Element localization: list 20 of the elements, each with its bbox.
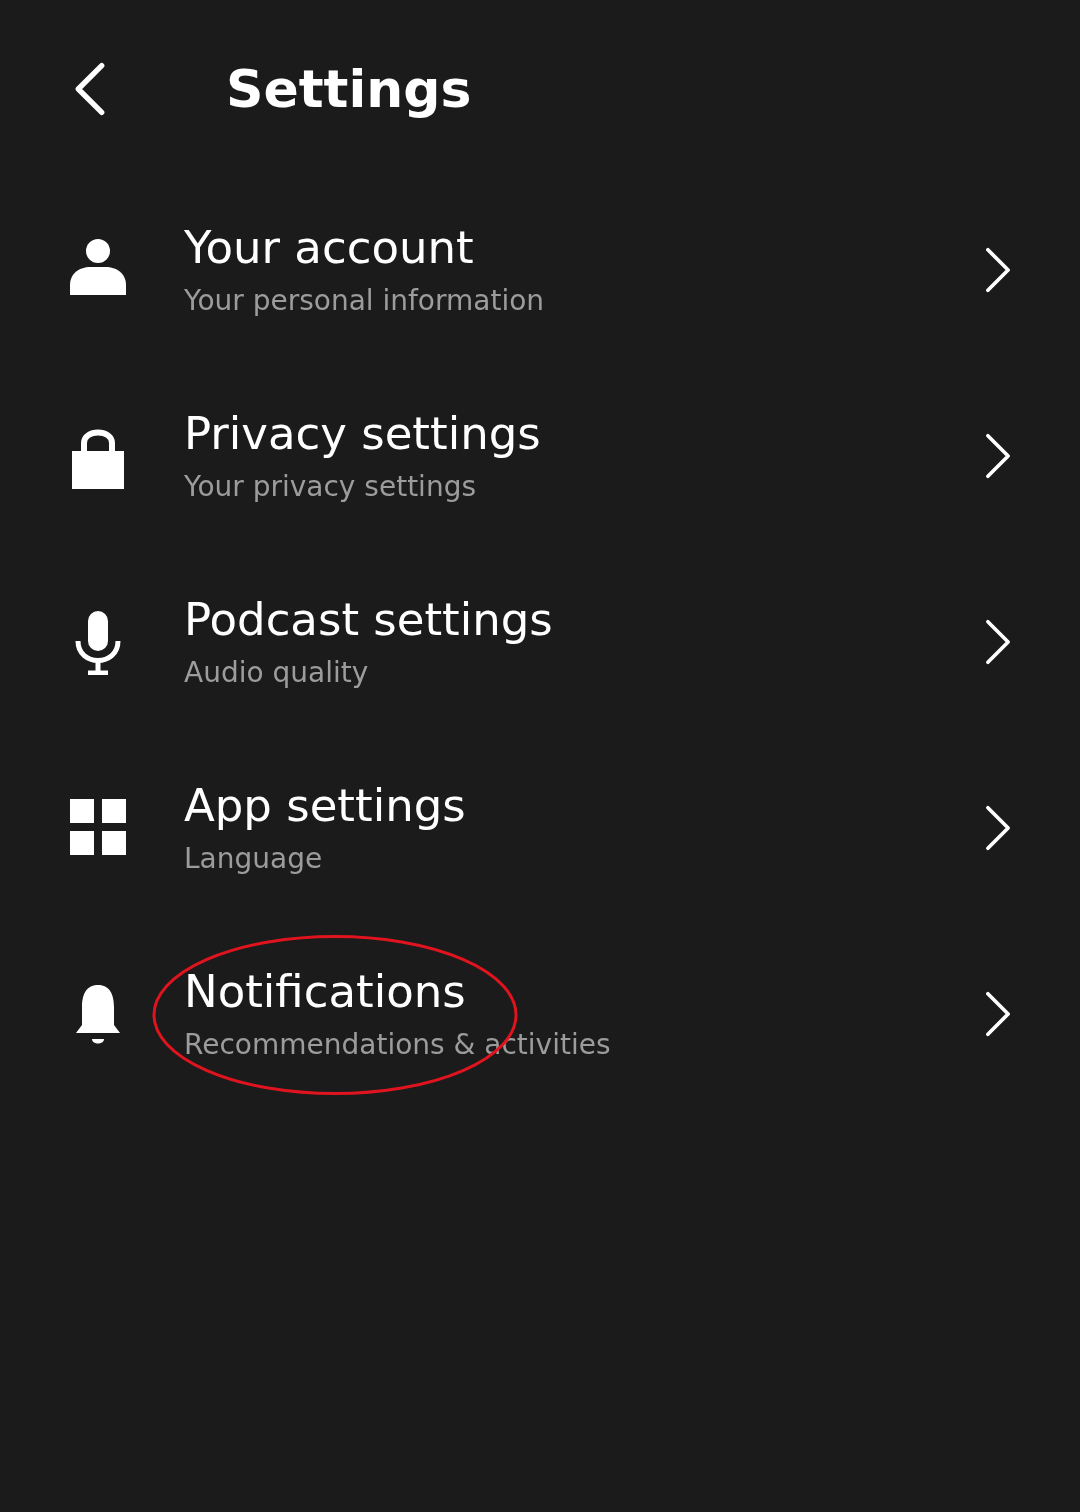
item-title: Podcast settings	[184, 592, 553, 648]
item-subtitle: Your privacy settings	[184, 469, 476, 505]
chevron-right-icon[interactable]	[984, 619, 1012, 665]
chevron-right-icon[interactable]	[984, 805, 1012, 851]
item-title: Notifications	[184, 964, 466, 1020]
chevron-right-icon[interactable]	[984, 247, 1012, 293]
settings-item[interactable]: Podcast settings Audio quality	[0, 549, 1080, 735]
chevron-right-icon[interactable]	[984, 991, 1012, 1037]
settings-item[interactable]: Privacy settings Your privacy settings	[0, 363, 1080, 549]
settings-item[interactable]: Your account Your personal information	[0, 177, 1080, 363]
settings-item[interactable]: App settings Language	[0, 735, 1080, 921]
back-icon[interactable]	[74, 60, 106, 117]
item-subtitle: Your personal information	[184, 283, 545, 319]
item-title: App settings	[184, 778, 466, 834]
chevron-right-icon[interactable]	[984, 433, 1012, 479]
item-subtitle: Audio quality	[184, 655, 369, 691]
page-title: Settings	[226, 58, 472, 119]
item-title: Your account	[184, 220, 474, 276]
item-title: Privacy settings	[184, 406, 541, 462]
item-subtitle: Language	[184, 841, 323, 877]
